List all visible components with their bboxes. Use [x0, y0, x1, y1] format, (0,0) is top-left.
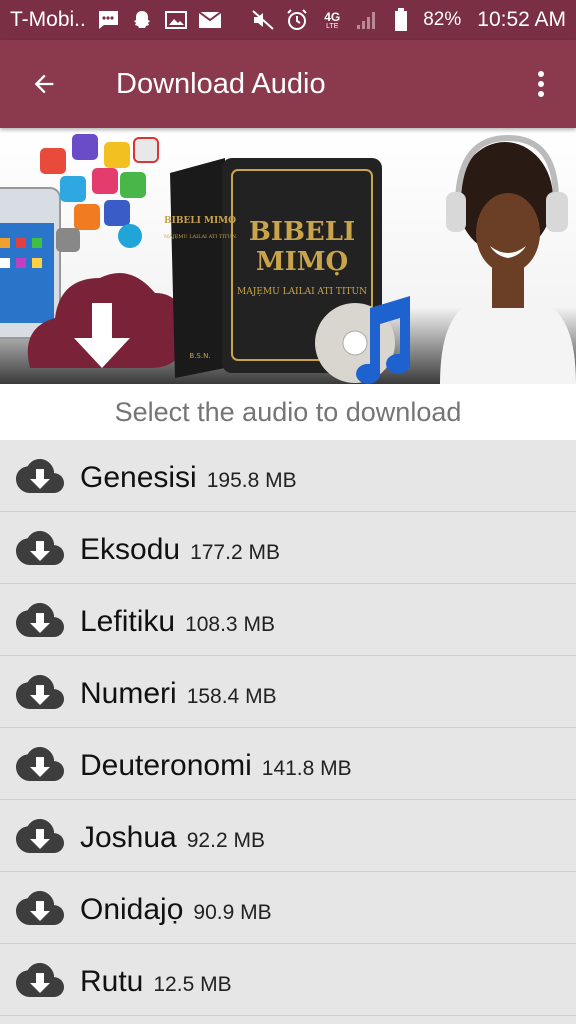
cloud-download-icon — [16, 674, 64, 709]
cloud-download-icon — [16, 818, 64, 853]
cloud-download-icon — [16, 962, 64, 997]
audio-list-item[interactable]: Onidajọ 90.9 MB — [0, 872, 576, 944]
status-bar: T-Mobi.. 4G LTE 82% 10:52 AM — [0, 0, 576, 40]
more-vert-icon — [538, 71, 544, 97]
snapchat-icon — [130, 8, 154, 32]
status-time: 10:52 AM — [477, 8, 566, 31]
arrow-back-icon — [34, 74, 54, 94]
file-size: 92.2 MB — [186, 828, 265, 852]
battery-icon — [389, 8, 413, 32]
section-subtitle: Select the audio to download — [0, 384, 576, 440]
book-name: Numeri — [80, 676, 177, 710]
audio-list-item[interactable]: Deuteronomi 141.8 MB — [0, 728, 576, 800]
bible-spine-sub: MAJẸMU LAILAI ATI TITUN — [164, 234, 237, 240]
book-name: Eksodu — [80, 532, 181, 566]
audio-list-item[interactable]: Genesisi 195.8 MB — [0, 440, 576, 512]
file-size: 158.4 MB — [186, 684, 277, 708]
file-size: 195.8 MB — [206, 468, 297, 492]
book-name: Onidajọ — [80, 892, 184, 926]
item-text: Eksodu 177.2 MB — [80, 529, 280, 567]
item-text: Deuteronomi 141.8 MB — [80, 745, 352, 783]
audio-list-item[interactable]: Rutu 12.5 MB — [0, 944, 576, 1016]
item-text: Onidajọ 90.9 MB — [80, 889, 272, 927]
cloud-download-icon — [16, 530, 64, 565]
item-icon-wrap — [0, 584, 80, 656]
app-bar: Download Audio — [0, 40, 576, 128]
item-text: Joshua 92.2 MB — [80, 817, 265, 855]
back-button[interactable] — [0, 40, 88, 128]
bible-title-line1: BIBELI — [249, 217, 355, 247]
page-title: Download Audio — [116, 67, 326, 100]
woman-headphones-image — [440, 134, 576, 384]
alarm-icon — [285, 8, 309, 32]
cloud-download-icon — [16, 458, 64, 493]
item-icon-wrap — [0, 656, 80, 728]
network-type-icon: 4G LTE — [319, 8, 345, 32]
mail-icon — [198, 8, 222, 32]
item-icon-wrap — [0, 440, 80, 512]
status-left: T-Mobi.. — [10, 8, 222, 32]
bible-spine-text: BIBELI MIMỌ — [164, 216, 236, 226]
item-icon-wrap — [0, 512, 80, 584]
status-right: 4G LTE 82% 10:52 AM — [251, 8, 566, 32]
network-sub-label: LTE — [326, 22, 339, 30]
item-text: Rutu 12.5 MB — [80, 961, 232, 999]
overflow-menu-button[interactable] — [506, 40, 576, 128]
message-icon — [96, 8, 120, 32]
audio-list-item[interactable]: Numeri 158.4 MB — [0, 656, 576, 728]
file-size: 90.9 MB — [193, 900, 272, 924]
mute-icon — [251, 8, 275, 32]
audio-list-item[interactable]: Eksodu 177.2 MB — [0, 512, 576, 584]
audio-list: Genesisi 195.8 MB Eksodu 177.2 MB Lefiti… — [0, 440, 576, 1016]
file-size: 177.2 MB — [190, 540, 280, 564]
network-label: 4G — [324, 9, 341, 24]
book-name: Joshua — [80, 820, 177, 854]
header-banner: BIBELI MIMỌ MAJẸMU LAILAI ATI TITUN BIBE… — [0, 128, 576, 384]
battery-label: 82% — [423, 9, 462, 30]
item-icon-wrap — [0, 728, 80, 800]
bible-title-line2: MIMỌ — [256, 247, 348, 277]
book-name: Deuteronomi — [80, 748, 252, 782]
carrier-label: T-Mobi.. — [10, 8, 86, 31]
file-size: 12.5 MB — [153, 972, 232, 996]
item-text: Genesisi 195.8 MB — [80, 457, 297, 495]
file-size: 141.8 MB — [261, 756, 352, 780]
book-name: Lefitiku — [80, 604, 176, 638]
cloud-download-icon — [16, 890, 64, 925]
cloud-download-icon — [16, 602, 64, 637]
item-icon-wrap — [0, 800, 80, 872]
bible-subtitle: MAJẸMU LAILAI ATI TITUN — [237, 287, 367, 297]
audio-list-item[interactable]: Lefitiku 108.3 MB — [0, 584, 576, 656]
image-icon — [164, 8, 188, 32]
item-icon-wrap — [0, 944, 80, 1016]
item-text: Lefitiku 108.3 MB — [80, 601, 275, 639]
banner-artwork: BIBELI MIMỌ MAJẸMU LAILAI ATI TITUN BIBE… — [0, 134, 576, 384]
book-name: Rutu — [80, 964, 144, 998]
book-name: Genesisi — [80, 460, 197, 494]
audio-list-item[interactable]: Joshua 92.2 MB — [0, 800, 576, 872]
item-text: Numeri 158.4 MB — [80, 673, 277, 711]
bible-spine-footer: B.S.N. — [189, 352, 210, 360]
file-size: 108.3 MB — [185, 612, 275, 636]
signal-icon — [355, 8, 379, 32]
phone-image — [0, 187, 61, 339]
cloud-download-icon — [16, 746, 64, 781]
item-icon-wrap — [0, 872, 80, 944]
